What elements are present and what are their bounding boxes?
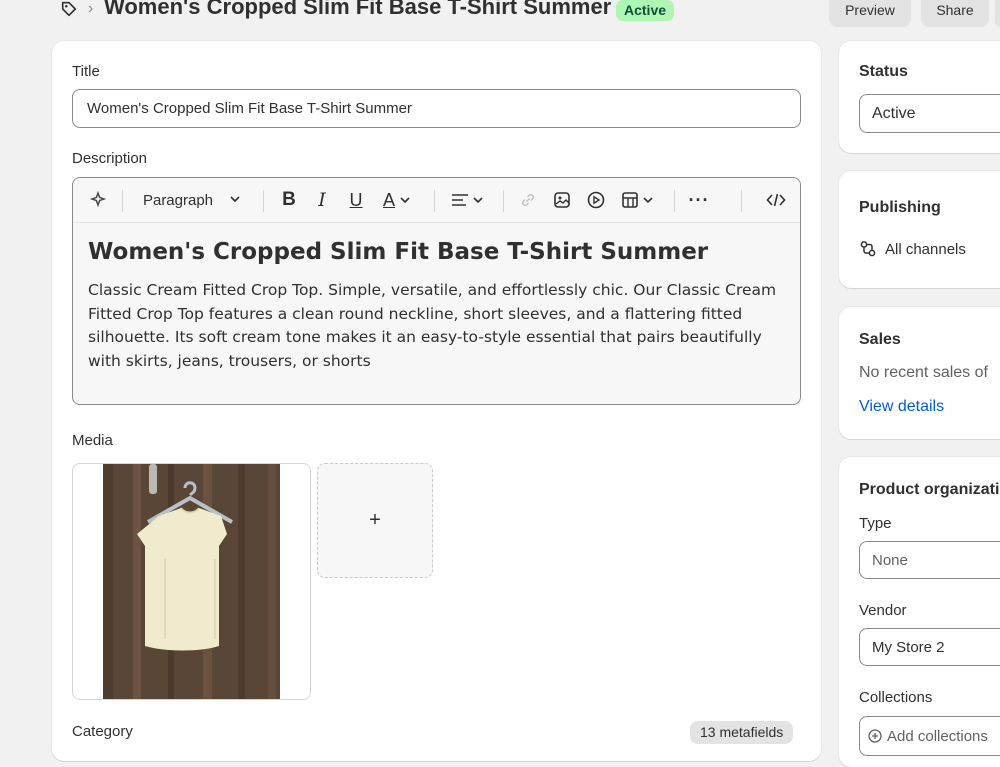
bold-icon[interactable]: B (276, 178, 302, 222)
status-select[interactable]: Active (859, 94, 1000, 133)
title-label: Title (72, 63, 100, 80)
status-title: Status (859, 63, 908, 80)
description-body: Classic Cream Fitted Crop Top. Simple, v… (88, 281, 777, 370)
collections-input-value: Add collections (887, 727, 988, 745)
sales-text: No recent sales of (859, 364, 988, 381)
sales-title: Sales (859, 331, 901, 348)
chevron-down-icon (229, 192, 241, 209)
underline-icon[interactable]: U (343, 178, 369, 222)
text-color-icon[interactable]: A (377, 178, 417, 222)
code-icon[interactable] (761, 178, 791, 222)
more-actions-button[interactable] (995, 0, 1000, 27)
category-label: Category (72, 723, 133, 740)
format-select[interactable]: Paragraph (133, 178, 251, 222)
view-details-link[interactable]: View details (859, 398, 944, 416)
share-button[interactable]: Share (921, 0, 989, 27)
table-icon[interactable] (617, 178, 657, 222)
channels-label: All channels (885, 240, 966, 258)
type-label: Type (859, 515, 892, 532)
page-title: Women's Cropped Slim Fit Base T-Shirt Su… (104, 0, 612, 19)
breadcrumb-chevron-icon: › (88, 0, 94, 17)
type-input[interactable]: None (859, 541, 1000, 579)
align-icon[interactable] (447, 178, 487, 222)
channels-icon (860, 241, 876, 257)
plus-icon: + (369, 509, 381, 531)
title-input[interactable]: Women's Cropped Slim Fit Base T-Shirt Su… (72, 89, 801, 128)
description-editor[interactable]: Paragraph B I U A ··· Women's Cropped Sl… (72, 177, 801, 405)
tag-icon (61, 1, 77, 17)
media-label: Media (72, 432, 113, 449)
magic-icon[interactable] (85, 178, 111, 222)
publishing-card (839, 171, 1000, 288)
status-select-value: Active (872, 104, 916, 122)
type-input-value: None (872, 551, 908, 569)
editor-content[interactable]: Women's Cropped Slim Fit Base T-Shirt Su… (73, 223, 800, 389)
product-image (73, 464, 310, 699)
description-heading: Women's Cropped Slim Fit Base T-Shirt Su… (88, 239, 709, 265)
format-select-value: Paragraph (142, 191, 214, 209)
collections-label: Collections (859, 689, 933, 706)
description-label: Description (72, 150, 148, 167)
publishing-channels[interactable]: All channels (859, 240, 966, 258)
editor-toolbar: Paragraph B I U A ··· (73, 178, 800, 223)
preview-button[interactable]: Preview (829, 0, 911, 27)
title-input-value: Women's Cropped Slim Fit Base T-Shirt Su… (87, 100, 412, 117)
vendor-label: Vendor (859, 602, 907, 619)
add-media-button[interactable]: + (317, 463, 433, 578)
image-icon[interactable] (549, 178, 575, 222)
vendor-input-value: My Store 2 (872, 638, 945, 656)
metafields-badge[interactable]: 13 metafields (690, 721, 794, 744)
link-icon[interactable] (515, 178, 541, 222)
add-circle-icon (868, 729, 882, 743)
video-icon[interactable] (583, 178, 609, 222)
italic-icon[interactable]: I (309, 178, 335, 222)
media-thumbnail[interactable] (72, 463, 311, 700)
publishing-title: Publishing (859, 199, 941, 216)
collections-input[interactable]: Add collections (859, 716, 1000, 756)
organization-title: Product organizati (859, 481, 1000, 498)
vendor-input[interactable]: My Store 2 (859, 628, 1000, 666)
status-badge: Active (616, 0, 675, 21)
more-icon[interactable]: ··· (685, 178, 713, 222)
